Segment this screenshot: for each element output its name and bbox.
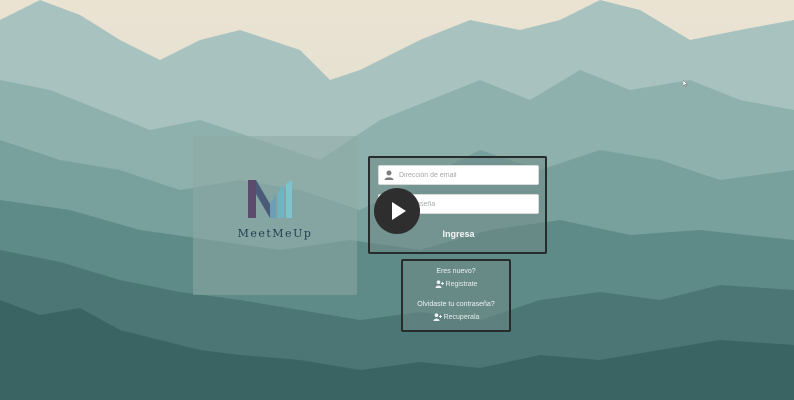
brand-logo-icon [248, 180, 292, 218]
account-links-box: Eres nuevo? Registrate Olvidaste tu cont… [401, 259, 511, 332]
email-field-wrapper [378, 165, 539, 185]
recover-link[interactable]: Recuperala [403, 313, 509, 321]
signup-question: Eres nuevo? [436, 268, 476, 275]
video-play-button[interactable] [374, 188, 420, 234]
email-input[interactable] [399, 168, 535, 183]
signup-link[interactable]: Registrate [403, 280, 509, 288]
recover-question: Olvidaste tu contraseña? [417, 301, 495, 308]
add-user-icon [435, 280, 444, 288]
user-icon [384, 170, 394, 180]
signup-link-label: Registrate [445, 280, 478, 288]
mouse-cursor-icon [683, 80, 688, 88]
brand-panel: MeetMeUp [193, 136, 357, 295]
recover-link-label: Recuperala [443, 313, 480, 321]
play-icon [392, 202, 406, 220]
brand-name: MeetMeUp [237, 227, 313, 240]
add-user-icon [433, 313, 442, 321]
